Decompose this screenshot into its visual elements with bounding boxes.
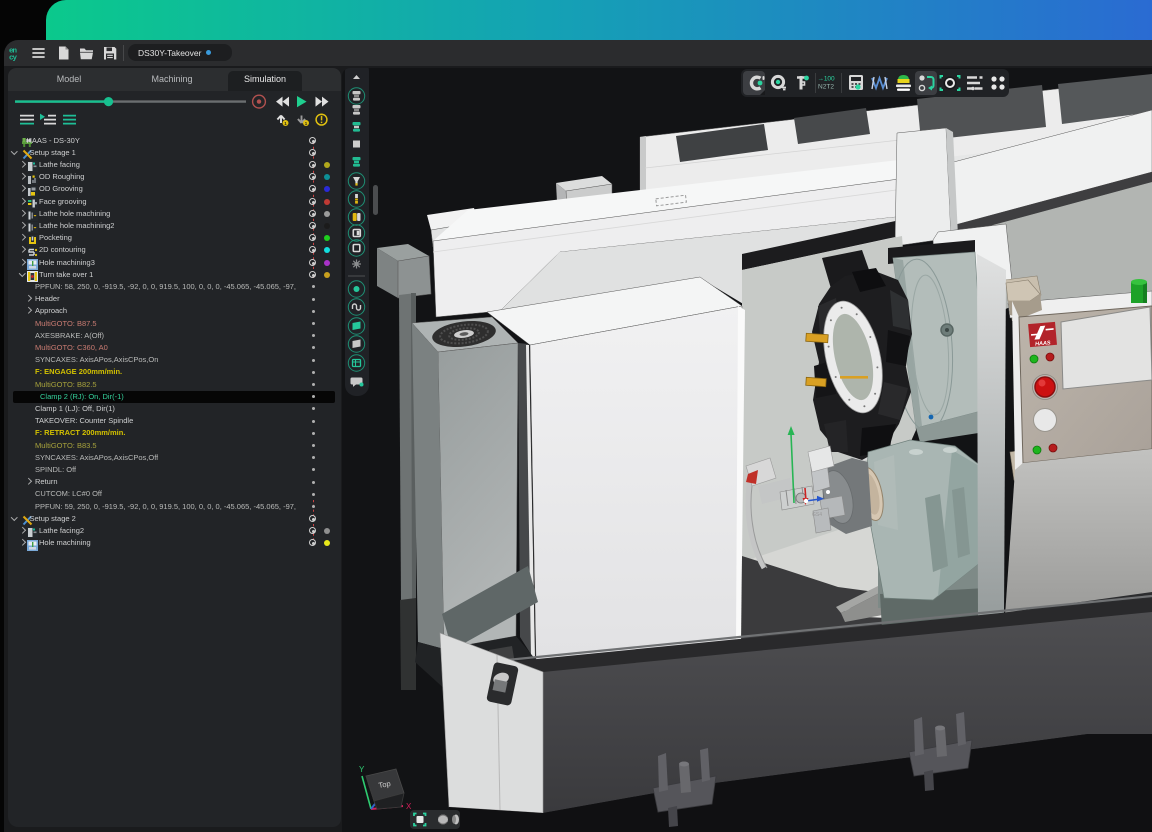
svg-text:GS4: GS4 [812,512,822,518]
svg-text:N2T2: N2T2 [818,84,834,91]
svg-text:→100: →100 [817,76,835,83]
svg-text:cy: cy [9,55,18,63]
svg-text:Y: Y [359,765,365,774]
